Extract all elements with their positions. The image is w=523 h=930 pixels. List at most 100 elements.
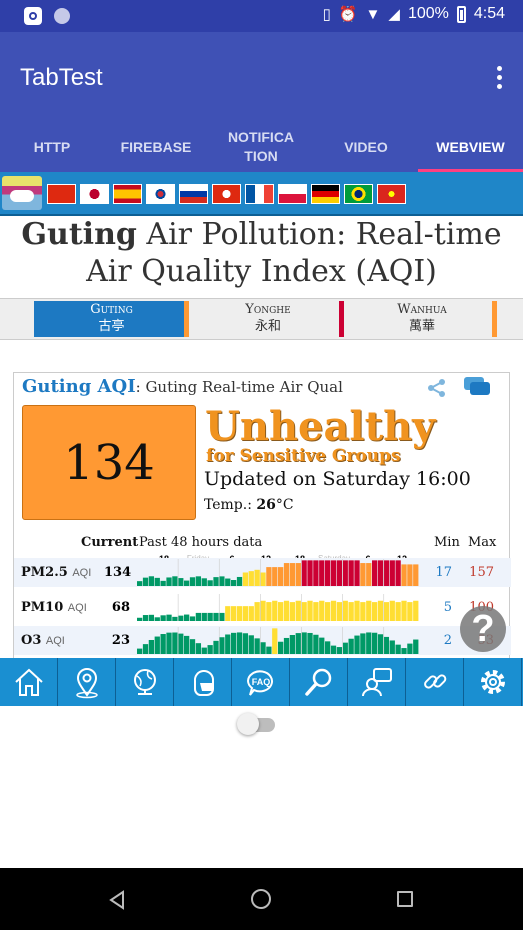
history-bar (137, 648, 143, 654)
vietnam-flag-icon[interactable] (377, 184, 406, 204)
history-bar (307, 632, 313, 654)
faq-button[interactable]: FAQ (232, 658, 290, 706)
history-bar (207, 645, 213, 654)
japan-flag-icon[interactable] (80, 184, 109, 204)
history-bar (189, 639, 196, 654)
history-bar (366, 600, 372, 621)
history-bar (372, 632, 378, 654)
china-flag-icon[interactable] (47, 184, 76, 204)
min-value: 2 (443, 633, 452, 648)
link-button[interactable] (406, 658, 464, 706)
brazil-flag-icon[interactable] (344, 184, 373, 204)
history-bar (383, 602, 390, 621)
russia-flag-icon[interactable] (179, 184, 208, 204)
history-bar (325, 641, 331, 654)
tab-http[interactable]: HTTP (0, 122, 104, 172)
history-bar (213, 640, 219, 654)
vibrate-icon: ▯ (322, 6, 331, 23)
history-bar (184, 614, 190, 621)
mask-button[interactable] (174, 658, 232, 706)
history-bar (142, 644, 149, 654)
history-bar (289, 635, 296, 654)
history-bar (401, 564, 407, 586)
site-logo-icon[interactable] (2, 176, 42, 210)
history-bar (372, 602, 378, 621)
history-bar (301, 632, 307, 654)
webview[interactable]: Guting Air Pollution: Real-time Air Qual… (0, 172, 523, 658)
pollutant-row-o3[interactable]: O3 AQI 23 2 53 (14, 626, 511, 655)
history-bar (313, 634, 319, 654)
spain-flag-icon[interactable] (113, 184, 142, 204)
history-bar (213, 612, 219, 621)
app-title: TabTest (20, 64, 103, 91)
col-min: Min (434, 535, 460, 550)
pm25-history-bars (137, 559, 419, 586)
share-icon[interactable] (426, 377, 448, 399)
history-bar (295, 563, 301, 586)
history-bar (330, 600, 337, 621)
history-bar (372, 560, 378, 586)
history-bar (219, 637, 225, 654)
history-bar (325, 560, 331, 586)
current-value: 68 (111, 600, 130, 615)
globe-button[interactable] (116, 658, 174, 706)
history-bar (395, 602, 401, 621)
history-bar (383, 560, 390, 586)
settings-button[interactable] (464, 658, 522, 706)
pollutant-row-pm25[interactable]: PM2.5 AQI 134 17 157 (14, 558, 511, 587)
history-bar (248, 606, 254, 621)
toggle-switch[interactable] (237, 713, 277, 735)
search-button[interactable] (290, 658, 348, 706)
o3-history-bars (137, 627, 419, 654)
tab-bar: HTTP FIREBASE NOTIFICA TION VIDEO WEBVIE… (0, 122, 523, 172)
france-flag-icon[interactable] (245, 184, 274, 204)
search-icon (304, 668, 331, 696)
history-bar (266, 646, 272, 654)
tab-video[interactable]: VIDEO (314, 122, 418, 172)
station-tab-guting[interactable]: Guting 古亭 (34, 301, 189, 337)
history-bar (330, 560, 337, 586)
back-icon[interactable] (108, 890, 126, 910)
help-button[interactable]: ? (460, 606, 506, 652)
history-bar (336, 602, 343, 621)
tab-notification[interactable]: NOTIFICA TION (208, 122, 314, 172)
hongkong-flag-icon[interactable] (212, 184, 241, 204)
history-bar (172, 616, 178, 621)
station-tab-yonghe[interactable]: Yonghe 永和 (193, 301, 344, 337)
tab-firebase[interactable]: FIREBASE (104, 122, 208, 172)
history-bar (231, 580, 237, 586)
history-bar (354, 600, 360, 621)
station-tab-wanhua[interactable]: Wanhua 萬華 (347, 301, 497, 337)
history-bar (189, 616, 196, 621)
history-bar (142, 577, 149, 586)
history-bar (160, 580, 166, 586)
overflow-menu-icon[interactable] (497, 66, 503, 93)
history-bar (242, 572, 249, 586)
notification-dot-icon (54, 8, 70, 24)
home-nav-icon[interactable] (251, 889, 271, 909)
korea-flag-icon[interactable] (146, 184, 175, 204)
comments-icon[interactable] (462, 375, 492, 399)
history-bar (383, 636, 390, 654)
pollutant-row-pm10[interactable]: PM10 AQI 68 5 100 (14, 593, 511, 622)
history-bar (148, 639, 155, 654)
history-bar (336, 560, 343, 586)
history-bar (236, 632, 243, 654)
home-button[interactable] (0, 658, 58, 706)
history-bar (401, 600, 407, 621)
history-bar (154, 577, 160, 586)
history-bar (354, 635, 360, 654)
location-button[interactable] (58, 658, 116, 706)
history-bar (313, 602, 319, 621)
poland-flag-icon[interactable] (278, 184, 307, 204)
tab-webview[interactable]: WEBVIEW (418, 122, 523, 172)
chat-button[interactable] (348, 658, 406, 706)
recents-icon[interactable] (397, 891, 413, 907)
history-bar (366, 563, 372, 586)
history-bar (236, 576, 243, 586)
page-title: Guting Air Pollution: Real-time Air Qual… (21, 217, 502, 289)
germany-flag-icon[interactable] (311, 184, 340, 204)
history-bar (413, 564, 419, 586)
history-bar (278, 602, 284, 621)
history-bar (325, 602, 331, 621)
